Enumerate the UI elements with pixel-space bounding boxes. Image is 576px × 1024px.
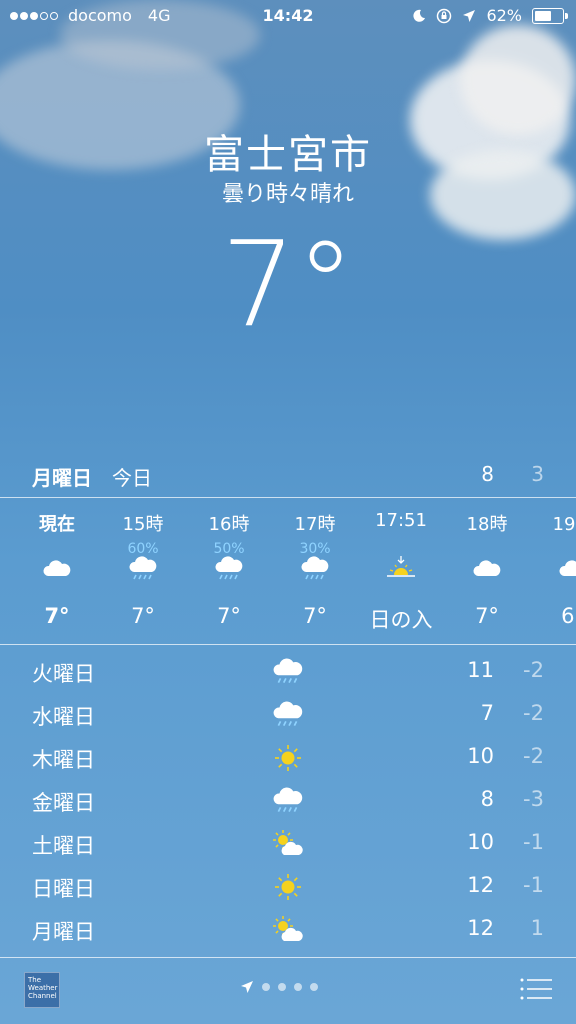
hour-time: 19時 (552, 514, 576, 535)
hour-temperature: 日の入 (369, 608, 433, 632)
hour-time: 18時 (466, 514, 508, 535)
precip-chance: 50% (213, 541, 245, 557)
daily-row: 火曜日 11 -2 (0, 650, 576, 693)
hour-temperature: 7° (44, 604, 70, 628)
cloud-icon (472, 556, 502, 582)
forecast-day: 月曜日 (32, 920, 95, 944)
status-right: 62% (412, 6, 568, 25)
daily-row: 月曜日 12 1 (0, 908, 576, 951)
battery-percent: 62% (486, 6, 522, 25)
partly-cloudy-icon (272, 916, 304, 944)
sunset-icon (386, 556, 416, 582)
forecast-day: 土曜日 (32, 834, 95, 858)
forecast-day: 水曜日 (32, 705, 95, 729)
background-cloud (460, 25, 576, 135)
forecast-low: -2 (523, 744, 544, 768)
daily-row: 木曜日 10 -2 (0, 736, 576, 779)
today-low: 3 (531, 462, 544, 486)
forecast-day: 日曜日 (32, 877, 95, 901)
forecast-low: -3 (523, 787, 544, 811)
cloud-icon (558, 556, 576, 582)
page-dot (278, 983, 286, 991)
page-dot (262, 983, 270, 991)
hour-time: 17:51 (375, 510, 427, 531)
sun-icon (272, 873, 304, 901)
page-dot (310, 983, 318, 991)
forecast-day: 木曜日 (32, 748, 95, 772)
cloud-rain-icon (272, 658, 304, 686)
divider (0, 644, 576, 645)
hour-temperature: 6° (561, 604, 576, 628)
precip-chance: 60% (127, 541, 159, 557)
rotation-lock-icon (437, 8, 452, 23)
hour-temperature: 7° (303, 604, 327, 628)
bottom-bar: The Weather Channel (0, 958, 576, 1024)
weather-channel-logo[interactable]: The Weather Channel (24, 972, 60, 1008)
cloud-icon (42, 556, 72, 582)
forecast-low: 1 (530, 916, 544, 940)
daily-row: 日曜日 12 -1 (0, 865, 576, 908)
partly-cloudy-icon (272, 830, 304, 858)
hour-temperature: 7° (217, 604, 241, 628)
today-high: 8 (481, 462, 494, 486)
moon-icon (413, 9, 426, 22)
forecast-low: -1 (523, 830, 544, 854)
forecast-day: 金曜日 (32, 791, 95, 815)
today-summary: 月曜日 今日 8 3 (0, 460, 576, 496)
page-dot (294, 983, 302, 991)
hour-time: 17時 (294, 514, 336, 535)
location-arrow-icon (241, 981, 253, 993)
hour-time: 現在 (39, 514, 75, 535)
forecast-low: -2 (523, 658, 544, 682)
daily-row: 土曜日 10 -1 (0, 822, 576, 865)
cloud-rain-icon (128, 556, 158, 582)
hourly-forecast[interactable]: 現在 7° 15時 60% 7° 16時 50% 7° 17時 30% 7° 17:51 日の入 18時 7… (0, 498, 576, 644)
current-temperature: 7° (220, 215, 356, 353)
daily-row: 水曜日 7 -2 (0, 693, 576, 736)
city-name: 富士宮市 (204, 132, 372, 178)
daily-row: 金曜日 8 -3 (0, 779, 576, 822)
battery-icon (532, 7, 568, 24)
cloud-rain-icon (300, 556, 330, 582)
status-bar: docomo 4G 14:42 62% (0, 0, 576, 32)
cloud-rain-icon (272, 701, 304, 729)
hour-time: 16時 (208, 514, 250, 535)
hour-temperature: 7° (475, 604, 499, 628)
precip-chance: 30% (299, 541, 331, 557)
forecast-low: -1 (523, 873, 544, 897)
today-label: 今日 (112, 466, 152, 490)
cloud-rain-icon (272, 787, 304, 815)
page-indicator[interactable] (240, 980, 318, 994)
forecast-low: -2 (523, 701, 544, 725)
list-icon[interactable] (520, 978, 552, 1000)
hour-time: 15時 (122, 514, 164, 535)
sun-icon (272, 744, 304, 772)
weather-condition: 曇り時々晴れ (221, 182, 354, 207)
forecast-day: 火曜日 (32, 662, 95, 686)
location-arrow-icon (463, 9, 476, 22)
today-day: 月曜日 (32, 466, 92, 490)
hour-temperature: 7° (131, 604, 155, 628)
cloud-rain-icon (214, 556, 244, 582)
